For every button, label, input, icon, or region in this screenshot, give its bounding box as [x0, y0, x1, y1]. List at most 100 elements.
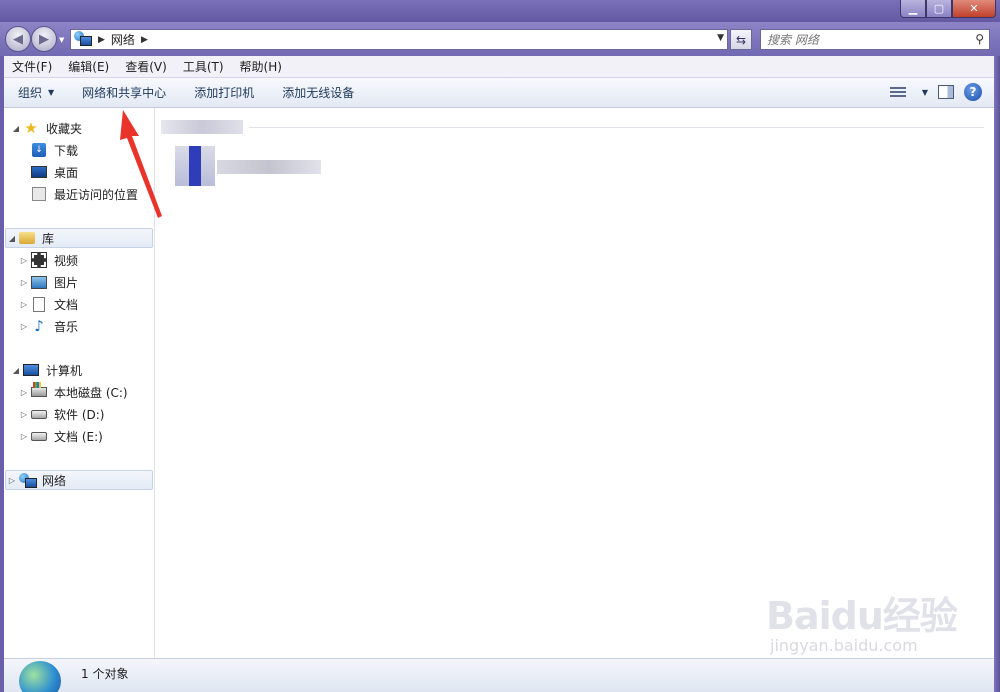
- collapsed-triangle-icon[interactable]: ▷: [6, 476, 18, 485]
- window-frame-edge: [994, 56, 1000, 692]
- network-icon: [74, 31, 92, 48]
- address-toolbar: ◀ ▶ ▼ ▶ 网络 ▶ ▼ ⇆ ⚲: [0, 22, 1000, 56]
- address-input[interactable]: ▶ 网络 ▶ ▼: [70, 29, 728, 50]
- view-options-dropdown-icon[interactable]: ▼: [922, 88, 928, 97]
- nav-music-label: 音乐: [54, 319, 79, 334]
- nav-music[interactable]: ▷ ♪ 音乐: [18, 316, 78, 336]
- status-object-count: 1 个对象: [81, 667, 129, 681]
- network-device-icon[interactable]: [175, 146, 215, 186]
- nav-computer-label: 计算机: [46, 363, 83, 378]
- desktop-icon: [30, 164, 48, 180]
- nav-drive-e-label: 文档 (E:): [54, 429, 103, 444]
- system-drive-icon: [30, 382, 48, 400]
- forward-button[interactable]: ▶: [31, 26, 57, 52]
- breadcrumb-chevron-icon[interactable]: ▶: [141, 35, 148, 45]
- file-list-pane: [155, 108, 994, 658]
- organize-button[interactable]: 组织 ▼: [4, 84, 68, 101]
- menu-tools[interactable]: 工具(T): [175, 58, 232, 75]
- command-bar: 组织 ▼ 网络和共享中心 添加打印机 添加无线设备 ▼ ?: [4, 78, 994, 108]
- preview-pane-icon[interactable]: [938, 85, 954, 99]
- nav-network[interactable]: ▷ 网络: [5, 470, 153, 490]
- menu-bar: 文件(F) 编辑(E) 查看(V) 工具(T) 帮助(H): [4, 56, 994, 78]
- nav-documents-label: 文档: [54, 297, 79, 312]
- chevron-down-icon: ▼: [48, 88, 55, 97]
- search-icon[interactable]: ⚲: [975, 32, 984, 46]
- nav-favorites[interactable]: ◢ ★ 收藏夹: [10, 118, 82, 138]
- collapsed-triangle-icon[interactable]: ▷: [18, 410, 30, 419]
- nav-pictures-label: 图片: [54, 275, 79, 290]
- video-library-icon: [30, 252, 48, 268]
- breadcrumb-network[interactable]: 网络: [111, 31, 135, 48]
- maximize-button[interactable]: ▢: [926, 0, 952, 18]
- add-printer-button[interactable]: 添加打印机: [180, 84, 268, 101]
- nav-drive-e[interactable]: ▷ 文档 (E:): [18, 426, 103, 446]
- baidu-watermark: Baidu经验 jingyan.baidu.com: [766, 585, 966, 675]
- recent-pages-dropdown-icon[interactable]: ▼: [59, 36, 67, 44]
- picture-library-icon: [30, 274, 48, 290]
- menu-edit[interactable]: 编辑(E): [60, 58, 117, 75]
- nav-drive-d-label: 软件 (D:): [54, 407, 105, 422]
- nav-computer[interactable]: ◢ 计算机: [10, 360, 82, 380]
- menu-help[interactable]: 帮助(H): [232, 58, 290, 75]
- watermark-main: Baidu经验: [766, 594, 958, 638]
- back-arrow-icon: ◀: [13, 31, 23, 47]
- close-button[interactable]: ✕: [952, 0, 996, 18]
- menu-view[interactable]: 查看(V): [117, 58, 175, 75]
- nav-videos[interactable]: ▷ 视频: [18, 250, 78, 270]
- expanded-triangle-icon[interactable]: ◢: [10, 124, 22, 133]
- nav-documents[interactable]: ▷ 文档: [18, 294, 78, 314]
- help-icon[interactable]: ?: [964, 83, 982, 101]
- collapsed-triangle-icon[interactable]: ▷: [18, 278, 30, 287]
- library-icon: [18, 230, 36, 246]
- hard-drive-icon: [30, 428, 48, 444]
- network-icon: [18, 472, 37, 488]
- forward-arrow-icon: ▶: [39, 31, 49, 47]
- recent-places-icon: [30, 186, 48, 202]
- nav-network-label: 网络: [42, 473, 67, 488]
- collapsed-triangle-icon[interactable]: ▷: [18, 388, 30, 397]
- nav-desktop[interactable]: 桌面: [30, 162, 78, 182]
- back-button[interactable]: ◀: [5, 26, 31, 52]
- nav-libraries[interactable]: ◢ 库: [5, 228, 153, 248]
- group-divider: [249, 127, 984, 128]
- change-view-icon[interactable]: [889, 85, 906, 99]
- hard-drive-icon: [30, 406, 48, 422]
- nav-drive-d[interactable]: ▷ 软件 (D:): [18, 404, 105, 424]
- nav-drive-c[interactable]: ▷ 本地磁盘 (C:): [18, 382, 128, 402]
- caption-buttons: ▁ ▢ ✕: [900, 0, 996, 18]
- downloads-folder-icon: ↓: [30, 142, 48, 158]
- red-annotation-arrow: [120, 110, 162, 218]
- nav-pictures[interactable]: ▷ 图片: [18, 272, 78, 292]
- document-library-icon: [30, 296, 48, 312]
- nav-libraries-label: 库: [42, 231, 55, 246]
- collapsed-triangle-icon[interactable]: ▷: [18, 300, 30, 309]
- search-box[interactable]: ⚲: [760, 29, 990, 50]
- breadcrumb-chevron-icon[interactable]: ▶: [98, 35, 105, 45]
- network-globe-icon: [19, 661, 61, 692]
- nav-downloads[interactable]: ↓ 下载: [30, 140, 78, 160]
- collapsed-triangle-icon[interactable]: ▷: [18, 256, 30, 265]
- computer-icon: [22, 362, 40, 378]
- refresh-icon: ⇆: [735, 32, 747, 47]
- address-dropdown-icon[interactable]: ▼: [717, 33, 724, 43]
- nav-videos-label: 视频: [54, 253, 79, 268]
- search-input[interactable]: [767, 32, 967, 47]
- minimize-button[interactable]: ▁: [900, 0, 926, 18]
- star-icon: ★: [24, 119, 38, 137]
- nav-drive-c-label: 本地磁盘 (C:): [54, 385, 128, 400]
- music-note-icon: ♪: [34, 317, 44, 335]
- refresh-button[interactable]: ⇆: [730, 29, 752, 50]
- menu-file[interactable]: 文件(F): [4, 58, 60, 75]
- collapsed-triangle-icon[interactable]: ▷: [18, 322, 30, 331]
- network-sharing-center-button[interactable]: 网络和共享中心: [68, 84, 180, 101]
- network-device-label-blurred[interactable]: [217, 160, 321, 174]
- nav-favorites-label: 收藏夹: [46, 121, 83, 136]
- expanded-triangle-icon[interactable]: ◢: [10, 366, 22, 375]
- arrow-shape: [120, 110, 162, 218]
- collapsed-triangle-icon[interactable]: ▷: [18, 432, 30, 441]
- expanded-triangle-icon[interactable]: ◢: [6, 234, 18, 243]
- nav-downloads-label: 下载: [54, 143, 79, 158]
- organize-label: 组织: [18, 86, 43, 100]
- add-wireless-device-button[interactable]: 添加无线设备: [268, 84, 368, 101]
- nav-desktop-label: 桌面: [54, 165, 79, 180]
